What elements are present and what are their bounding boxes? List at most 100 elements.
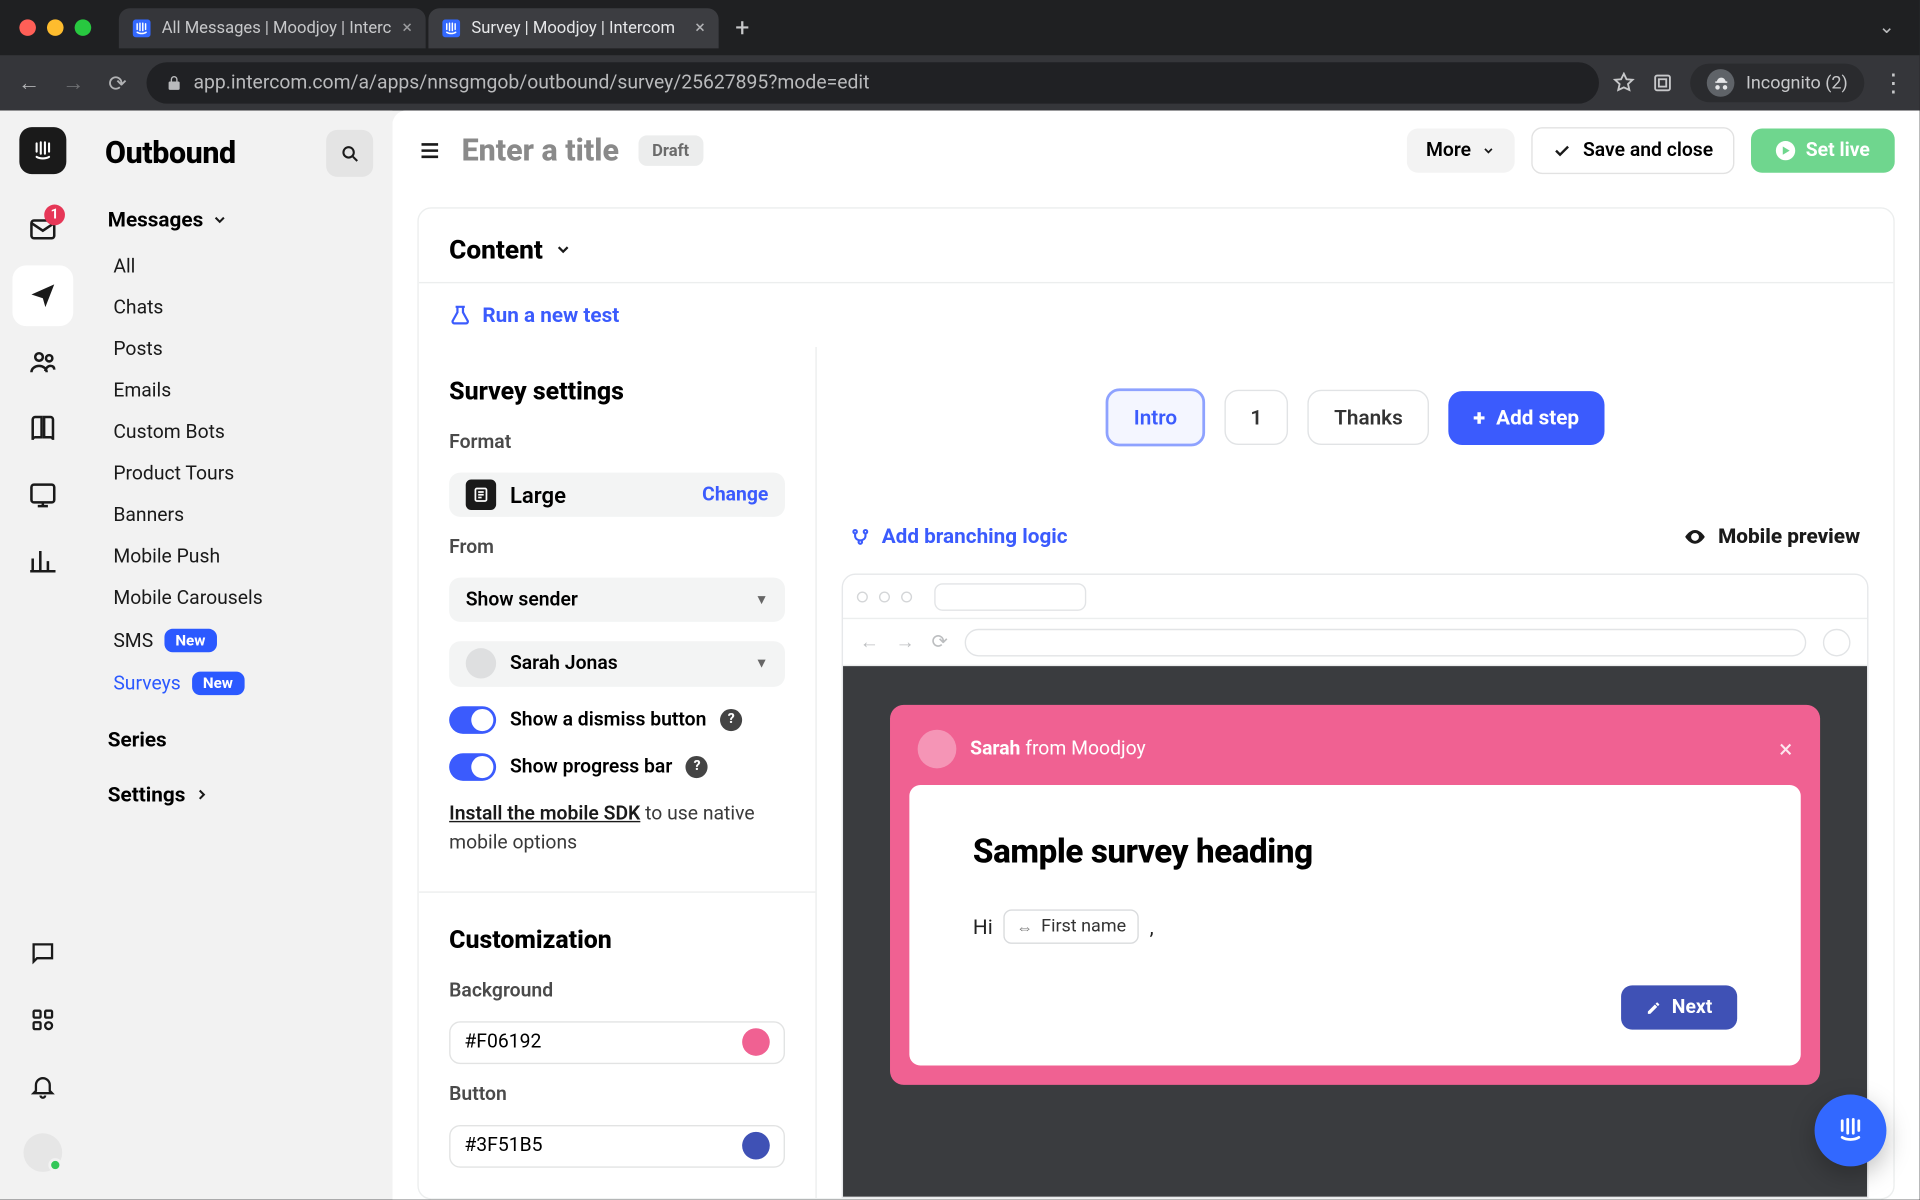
mock-dot [879,591,890,602]
sidebar-section-messages[interactable]: Messages [100,199,379,240]
from-label: From [449,536,785,558]
add-branching-link[interactable]: Add branching logic [850,524,1068,549]
variable-chip[interactable]: ⇔ First name [1004,909,1139,944]
collapse-sidebar-icon[interactable] [417,138,442,163]
survey-card: Sarah from Moodjoy × Sample survey headi… [890,705,1820,1085]
minimize-window[interactable] [47,19,64,36]
help-icon[interactable]: ? [720,708,742,730]
new-tab-button[interactable]: + [721,13,763,42]
intercom-favicon [442,19,460,37]
sidebar-item-chats[interactable]: Chats [100,287,379,328]
rail-outbound[interactable] [12,265,73,326]
mobile-preview-link[interactable]: Mobile preview [1684,524,1861,549]
mock-back-icon: ← [860,630,879,653]
survey-text[interactable]: Hi ⇔ First name , [973,909,1737,944]
background-color-input[interactable]: #F06192 [449,1021,785,1064]
sidebar-item-all[interactable]: All [100,246,379,287]
next-button[interactable]: Next [1621,985,1738,1029]
mock-url [964,628,1806,656]
new-badge: New [192,672,244,695]
sidebar-list: All Chats Posts Emails Custom Bots Produ… [100,246,379,705]
browser-tab[interactable]: All Messages | Moodjoy | Interc × [119,8,426,48]
rail-apps[interactable] [12,990,73,1051]
sidebar-series[interactable]: Series [100,705,379,760]
close-tab-icon[interactable]: × [402,17,412,38]
browser-tab-active[interactable]: Survey | Moodjoy | Intercom × [429,8,719,48]
sender-select[interactable]: Sarah Jonas ▼ [449,642,785,686]
rail-reports[interactable] [12,531,73,592]
format-icon [466,480,496,510]
maximize-window[interactable] [75,19,92,36]
change-format-link[interactable]: Change [702,484,768,506]
sidebar-settings[interactable]: Settings [100,760,379,815]
step-thanks[interactable]: Thanks [1308,390,1429,445]
add-step-button[interactable]: + Add step [1448,390,1604,444]
sidebar-item-mobile-carousels[interactable]: Mobile Carousels [100,578,379,619]
window-controls [19,19,91,36]
save-and-close-button[interactable]: Save and close [1532,127,1734,174]
rail-profile[interactable] [12,1122,73,1183]
toggle-dismiss-switch[interactable] [449,706,496,734]
sidebar-item-banners[interactable]: Banners [100,495,379,536]
content-header[interactable]: Content [419,209,1894,282]
intercom-messenger-fab[interactable] [1815,1095,1887,1167]
survey-header: Sarah from Moodjoy × [909,724,1800,785]
sidebar: Outbound Messages All Chats Posts Emails… [86,111,393,1200]
sidebar-item-sms[interactable]: SMS New [100,619,379,662]
install-sdk-link[interactable]: Install the mobile SDK [449,802,640,824]
button-color-input[interactable]: #3F51B5 [449,1125,785,1168]
sidebar-title: Outbound [105,136,236,171]
format-row: Large Change [449,473,785,517]
survey-title-input[interactable]: Enter a title [462,133,619,168]
format-value: Large [510,482,566,508]
intercom-logo[interactable] [19,127,66,174]
incognito-indicator[interactable]: Incognito (2) [1691,64,1865,103]
content-card: Content Run a new test Survey settings F… [417,207,1894,1199]
rail-inbox[interactable]: 1 [12,199,73,260]
avatar [918,730,957,769]
help-icon[interactable]: ? [686,755,708,777]
app-root: 1 [0,111,1920,1200]
more-button[interactable]: More [1407,129,1516,173]
run-new-test-link[interactable]: Run a new test [449,303,1863,328]
rail-contacts[interactable] [12,332,73,393]
sidebar-item-product-tours[interactable]: Product Tours [100,453,379,494]
lock-icon [166,75,183,92]
extensions-icon[interactable] [1652,72,1674,94]
bookmark-icon[interactable] [1613,72,1635,94]
toggle-progress: Show progress bar ? [449,753,785,781]
from-select[interactable]: Show sender ▼ [449,578,785,622]
back-button[interactable]: ← [14,69,44,97]
menu-icon[interactable]: ⋮ [1881,68,1906,97]
step-intro[interactable]: Intro [1106,388,1205,446]
address-bar[interactable]: app.intercom.com/a/apps/nnsgmgob/outboun… [146,62,1599,103]
search-button[interactable] [326,130,373,177]
close-icon[interactable]: × [1779,735,1792,764]
play-icon [1775,141,1794,160]
sidebar-item-surveys[interactable]: Surveys New [100,662,379,705]
step-tabs: Intro 1 Thanks + Add step [842,388,1869,446]
reload-button[interactable]: ⟳ [102,70,132,96]
rail-notifications[interactable] [12,1056,73,1117]
survey-body: Sample survey heading Hi ⇔ First name , [909,785,1800,1066]
survey-heading[interactable]: Sample survey heading [973,832,1737,871]
set-live-button[interactable]: Set live [1750,129,1894,173]
sidebar-item-mobile-push[interactable]: Mobile Push [100,536,379,577]
step-1[interactable]: 1 [1224,390,1288,445]
mock-dot [901,591,912,602]
tab-overflow-button[interactable]: ⌄ [1873,17,1900,39]
mock-viewport: Sarah from Moodjoy × Sample survey headi… [843,666,1867,1197]
close-tab-icon[interactable]: × [695,17,705,38]
mock-address-bar: ← → ⟳ [843,619,1867,666]
section-label: Messages [108,207,203,232]
forward-button[interactable]: → [58,69,88,97]
toggle-progress-switch[interactable] [449,753,496,781]
rail-articles[interactable] [12,398,73,459]
sidebar-item-custom-bots[interactable]: Custom Bots [100,412,379,453]
rail-conversations[interactable] [12,923,73,984]
sidebar-item-posts[interactable]: Posts [100,329,379,370]
sidebar-item-emails[interactable]: Emails [100,370,379,411]
mock-tab [934,583,1086,611]
close-window[interactable] [19,19,36,36]
rail-operator[interactable] [12,464,73,525]
